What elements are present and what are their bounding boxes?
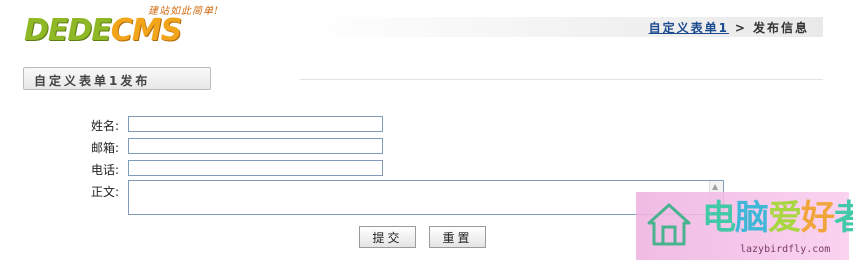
breadcrumb-bar: 自定义表单1 > 发布信息 (300, 17, 823, 37)
watermark-char: 者 (834, 198, 853, 238)
body-label: 正文: (91, 185, 120, 199)
header-divider (300, 79, 823, 80)
breadcrumb-separator: > (734, 21, 747, 35)
scroll-up-icon[interactable]: ▲ (712, 182, 718, 192)
breadcrumb-current: 发布信息 (752, 21, 809, 35)
reset-button[interactable]: 重置 (429, 226, 486, 248)
watermark-char: 爱 (768, 198, 802, 238)
house-icon (647, 203, 691, 246)
watermark-url: lazybirdfly.com (740, 244, 831, 255)
email-input[interactable] (128, 138, 383, 154)
watermark-char: 电 (702, 198, 736, 238)
site-watermark: 电脑爱好者 lazybirdfly.com (636, 192, 853, 260)
logo-text-cms: CMS (110, 13, 182, 48)
watermark-text: 电脑爱好者 (702, 198, 853, 238)
section-tab-label: 自定义表单1发布 (34, 74, 151, 88)
email-label: 邮箱: (91, 141, 120, 155)
breadcrumb-link-form[interactable]: 自定义表单1 (649, 21, 729, 35)
logo-wordmark: DEDECMS (24, 13, 182, 48)
submit-button[interactable]: 提交 (359, 226, 416, 248)
phone-input[interactable] (128, 160, 383, 176)
name-label: 姓名: (91, 119, 120, 133)
section-tab: 自定义表单1发布 (23, 67, 211, 90)
body-textarea[interactable]: ▲ ▼ (128, 180, 724, 215)
breadcrumb: 自定义表单1 > 发布信息 (649, 19, 809, 36)
watermark-char: 好 (801, 198, 835, 238)
dedecms-logo: 建站如此简单! DEDECMS (24, 2, 244, 52)
name-input[interactable] (128, 116, 383, 132)
watermark-char: 脑 (735, 198, 769, 238)
logo-text-dede: DEDE (24, 13, 112, 48)
phone-label: 电话: (91, 163, 120, 177)
